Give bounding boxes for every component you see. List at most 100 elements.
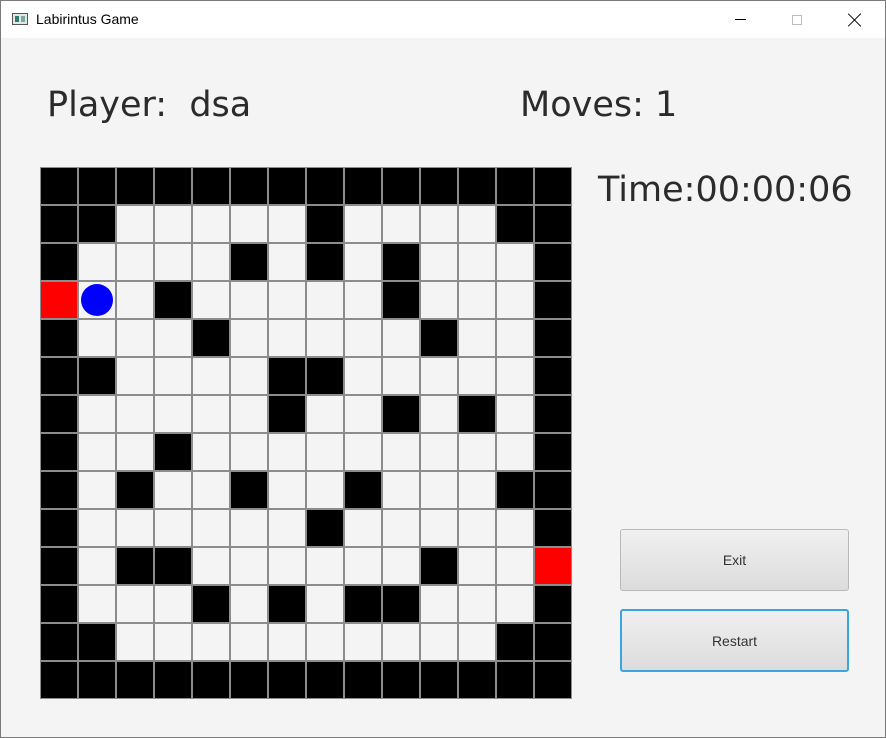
maze-path-cell [268, 623, 306, 661]
maze-wall-cell [40, 167, 78, 205]
maze-path-cell [382, 205, 420, 243]
maze-wall-cell [420, 661, 458, 699]
app-icon [12, 13, 28, 25]
maze-path-cell [116, 205, 154, 243]
maze-path-cell [192, 395, 230, 433]
maze-path-cell [78, 319, 116, 357]
exit-button[interactable]: Exit [620, 529, 849, 591]
maze-wall-cell [534, 585, 572, 623]
maze-path-cell [116, 395, 154, 433]
maze-wall-cell [344, 471, 382, 509]
maze-wall-cell [306, 205, 344, 243]
maze-wall-cell [154, 661, 192, 699]
maze-wall-cell [268, 357, 306, 395]
maze-path-cell [154, 243, 192, 281]
maze-wall-cell [382, 281, 420, 319]
maze-board[interactable] [40, 167, 572, 699]
game-window: Labirintus Game Player: dsa Moves: 1 Tim… [0, 0, 886, 738]
maze-path-cell [78, 509, 116, 547]
maze-path-cell [154, 357, 192, 395]
maze-path-cell [154, 319, 192, 357]
timer-label: Time:00:00:06 [598, 170, 853, 210]
maze-wall-cell [40, 585, 78, 623]
maze-path-cell [230, 547, 268, 585]
maze-wall-cell [420, 167, 458, 205]
maze-path-cell [496, 433, 534, 471]
maze-wall-cell [192, 167, 230, 205]
maze-wall-cell [116, 547, 154, 585]
maze-wall-cell [192, 661, 230, 699]
maze-path-cell [78, 395, 116, 433]
maze-path-cell [306, 547, 344, 585]
maze-path-cell [230, 281, 268, 319]
maze-path-cell [344, 547, 382, 585]
maze-wall-cell [40, 205, 78, 243]
maze-path-cell [306, 623, 344, 661]
maze-path-cell [496, 281, 534, 319]
moves-counter: Moves: 1 [520, 85, 678, 125]
window-title: Labirintus Game [36, 11, 139, 27]
maze-path-cell [344, 205, 382, 243]
maze-wall-cell [230, 167, 268, 205]
maze-path-cell [230, 319, 268, 357]
maze-wall-cell [534, 623, 572, 661]
maximize-button [774, 1, 820, 38]
maze-path-cell [344, 243, 382, 281]
maze-wall-cell [116, 471, 154, 509]
maze-path-cell [382, 623, 420, 661]
player-token [81, 284, 113, 316]
player-name-label: Player: dsa [47, 85, 252, 125]
maze-wall-cell [154, 547, 192, 585]
restart-button[interactable]: Restart [620, 609, 849, 672]
maze-path-cell [420, 281, 458, 319]
maze-wall-cell [458, 395, 496, 433]
maze-path-cell [306, 433, 344, 471]
maze-path-cell [382, 319, 420, 357]
maze-wall-cell [382, 585, 420, 623]
maze-path-cell [192, 509, 230, 547]
maze-wall-cell [534, 471, 572, 509]
maze-path-cell [78, 433, 116, 471]
maze-path-cell [496, 243, 534, 281]
maze-wall-cell [534, 205, 572, 243]
maze-wall-cell [40, 395, 78, 433]
title-bar[interactable]: Labirintus Game [1, 1, 885, 38]
maze-wall-cell [268, 661, 306, 699]
maze-wall-cell [230, 661, 268, 699]
maze-path-cell [344, 623, 382, 661]
minimize-button[interactable] [717, 1, 763, 38]
maze-wall-cell [534, 357, 572, 395]
maze-path-cell [230, 357, 268, 395]
maze-path-cell [268, 509, 306, 547]
close-button[interactable] [832, 1, 878, 38]
maze-path-cell [268, 471, 306, 509]
maze-path-cell [382, 509, 420, 547]
minimize-icon [734, 19, 746, 20]
maze-wall-cell [496, 167, 534, 205]
maze-wall-cell [344, 585, 382, 623]
maze-path-cell [420, 357, 458, 395]
maze-wall-cell [78, 205, 116, 243]
maze-path-cell [78, 281, 116, 319]
maze-path-cell [458, 623, 496, 661]
maze-wall-cell [268, 167, 306, 205]
maze-path-cell [458, 281, 496, 319]
maze-wall-cell [116, 167, 154, 205]
maze-path-cell [496, 395, 534, 433]
maze-path-cell [344, 395, 382, 433]
maze-path-cell [154, 395, 192, 433]
maze-door-cell [40, 281, 78, 319]
maze-wall-cell [534, 243, 572, 281]
maze-path-cell [154, 205, 192, 243]
maze-wall-cell [306, 509, 344, 547]
maze-path-cell [116, 623, 154, 661]
maze-wall-cell [306, 661, 344, 699]
maze-wall-cell [192, 319, 230, 357]
maze-door-cell [534, 547, 572, 585]
maze-path-cell [116, 281, 154, 319]
maze-wall-cell [154, 281, 192, 319]
maze-path-cell [458, 205, 496, 243]
maze-path-cell [496, 547, 534, 585]
maze-path-cell [268, 547, 306, 585]
maze-wall-cell [458, 661, 496, 699]
